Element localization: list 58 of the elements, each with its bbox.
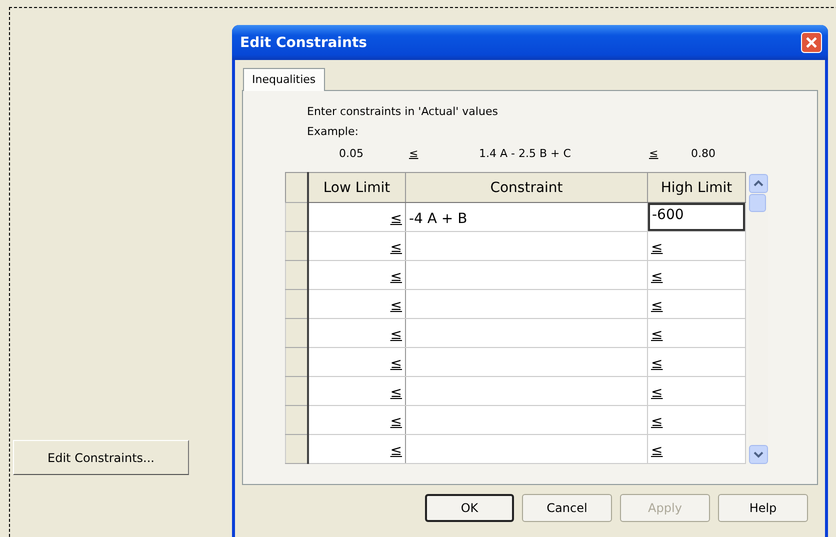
row-header[interactable]	[286, 260, 308, 290]
dialog-button[interactable]: Cancel	[522, 494, 612, 522]
scroll-thumb[interactable]	[749, 194, 766, 212]
table-cell[interactable]	[406, 232, 648, 260]
column-header[interactable]: Low Limit	[308, 172, 406, 202]
example-low-value: 0.05	[339, 147, 364, 160]
table-cell[interactable]: ≤	[308, 348, 406, 376]
cell-input-field[interactable]: -600	[648, 203, 745, 231]
table-cell[interactable]: ≤	[308, 434, 406, 464]
scroll-up-icon[interactable]	[749, 174, 768, 193]
dialog-button[interactable]: Help	[718, 494, 808, 522]
row-header[interactable]	[286, 348, 308, 376]
example-operator: ≤	[649, 147, 660, 160]
table-cell[interactable]	[406, 290, 648, 318]
example-expression: 1.4 A - 2.5 B + C	[479, 147, 572, 160]
tab[interactable]: Inequalities	[243, 68, 325, 91]
row-header[interactable]	[286, 434, 308, 464]
scroll-down-icon[interactable]	[749, 445, 768, 464]
row-header[interactable]	[286, 290, 308, 318]
row-header[interactable]	[286, 318, 308, 348]
table-cell[interactable]	[406, 434, 648, 464]
example-label: Example:	[307, 125, 360, 138]
table-cell[interactable]: ≤	[308, 232, 406, 260]
example-operator: ≤	[409, 147, 420, 160]
row-header[interactable]	[286, 232, 308, 260]
table-cell[interactable]: -4 A + B	[406, 202, 648, 232]
table-cell[interactable]	[406, 406, 648, 434]
scrollbar[interactable]	[749, 174, 768, 464]
table-cell[interactable]	[406, 348, 648, 376]
table-cell[interactable]: ≤	[648, 290, 746, 318]
table-cell[interactable]: ≤	[648, 376, 746, 406]
column-header[interactable]: High Limit	[648, 172, 746, 202]
edit-constraints-button[interactable]: Edit Constraints...	[13, 440, 189, 475]
table-cell[interactable]	[406, 376, 648, 406]
table-cell[interactable]: ≤	[308, 290, 406, 318]
row-header[interactable]	[286, 376, 308, 406]
table-cell[interactable]: ≤	[648, 348, 746, 376]
dialog-button[interactable]: OK	[425, 494, 514, 522]
table-cell[interactable]: ≤	[648, 318, 746, 348]
table-cell[interactable]: ≤	[648, 406, 746, 434]
table-cell[interactable]: ≤	[648, 232, 746, 260]
table-cell[interactable]: ≤	[308, 406, 406, 434]
table-cell[interactable]	[406, 260, 648, 290]
column-header[interactable]: Constraint	[406, 172, 648, 202]
window-title: Edit Constraints	[240, 34, 367, 50]
table-cell[interactable]: ≤	[648, 260, 746, 290]
table-cell[interactable]: ≤	[308, 202, 406, 232]
instructions-text: Enter constraints in 'Actual' values	[307, 105, 499, 118]
table-cell[interactable]: ≤	[308, 376, 406, 406]
table-cell[interactable]	[406, 318, 648, 348]
table-cell[interactable]: ≤	[308, 318, 406, 348]
table-cell[interactable]: ≤	[308, 260, 406, 290]
table-cell[interactable]: ≤	[648, 434, 746, 464]
close-icon[interactable]	[801, 32, 822, 53]
row-header[interactable]	[286, 406, 308, 434]
example-high-value: 0.80	[691, 147, 716, 160]
corner-cell	[286, 172, 308, 202]
row-header[interactable]	[286, 202, 308, 232]
